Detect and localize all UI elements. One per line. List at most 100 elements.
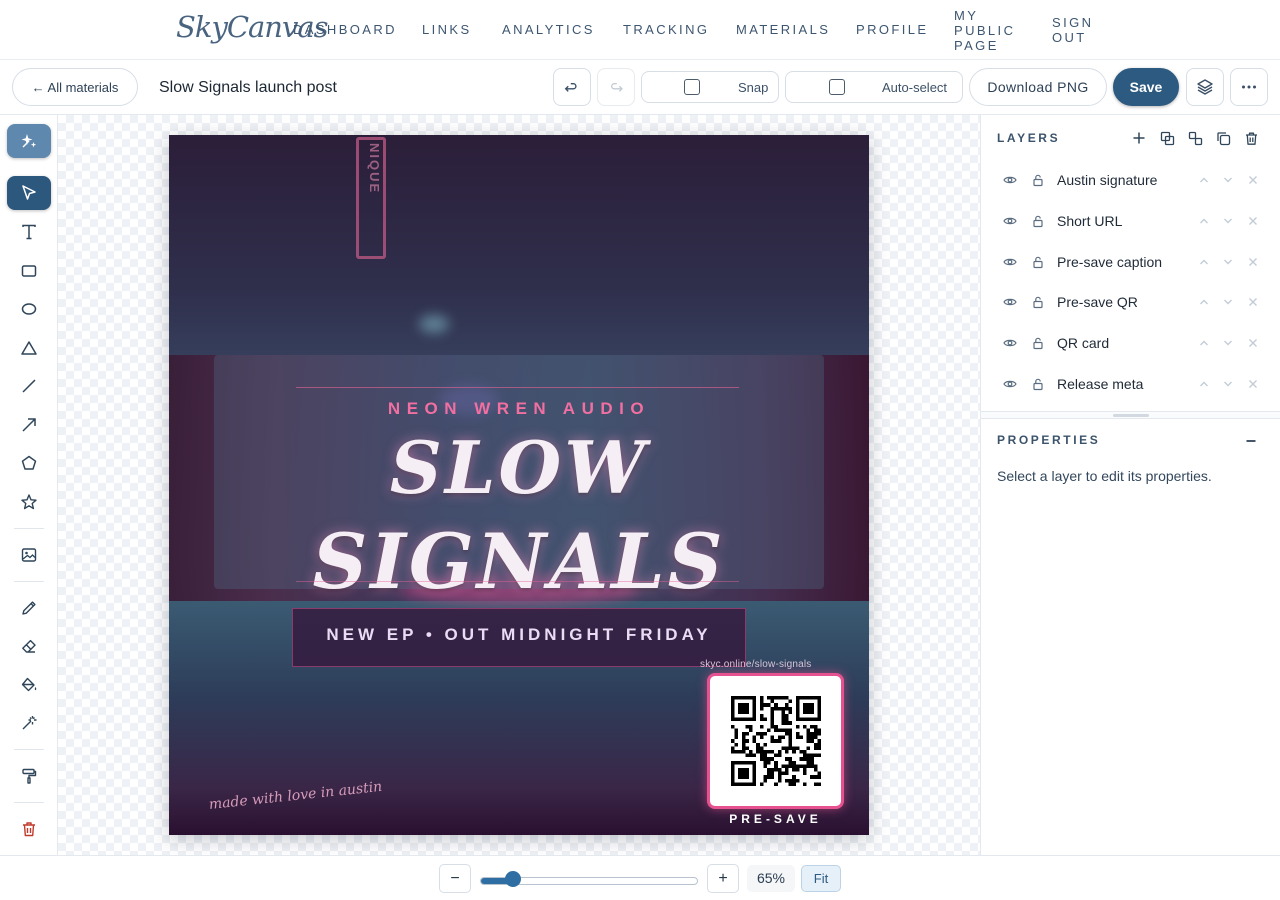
remove-layer-icon[interactable] bbox=[1245, 335, 1261, 351]
layer-name[interactable]: Release meta bbox=[1057, 376, 1143, 392]
zoom-out-button[interactable]: − bbox=[439, 864, 471, 893]
lock-icon[interactable] bbox=[1030, 213, 1046, 229]
short-url-text[interactable]: skyc.online/slow-signals bbox=[700, 659, 812, 670]
nav-materials[interactable]: MATERIALS bbox=[736, 22, 830, 37]
arrow-tool[interactable] bbox=[7, 408, 51, 442]
zoom-in-button[interactable]: + bbox=[707, 864, 739, 893]
move-layer-up-icon[interactable] bbox=[1196, 335, 1212, 351]
format-painter-tool[interactable] bbox=[7, 759, 51, 793]
group-layers-button[interactable] bbox=[1158, 129, 1176, 147]
download-png-button[interactable]: Download PNG bbox=[969, 68, 1107, 106]
star-tool[interactable] bbox=[7, 485, 51, 519]
move-layer-up-icon[interactable] bbox=[1196, 254, 1212, 270]
layer-name[interactable]: Austin signature bbox=[1057, 172, 1157, 188]
more-options-button[interactable] bbox=[1230, 68, 1268, 106]
document-title[interactable]: Slow Signals launch post bbox=[159, 79, 337, 97]
pentagon-tool[interactable] bbox=[7, 446, 51, 480]
text-tool[interactable] bbox=[7, 215, 51, 249]
ellipse-tool[interactable] bbox=[7, 292, 51, 326]
rectangle-tool[interactable] bbox=[7, 254, 51, 288]
layer-row[interactable]: Austin signature bbox=[981, 160, 1280, 201]
panel-resize-handle[interactable] bbox=[981, 411, 1280, 419]
remove-layer-icon[interactable] bbox=[1245, 172, 1261, 188]
nav-analytics[interactable]: ANALYTICS bbox=[502, 22, 595, 37]
duplicate-layer-button[interactable] bbox=[1214, 129, 1232, 147]
layer-row[interactable]: QR card bbox=[981, 323, 1280, 364]
layer-row[interactable]: Release meta bbox=[981, 364, 1280, 405]
layer-row[interactable]: Short URL bbox=[981, 201, 1280, 242]
pre-save-caption[interactable]: PRE-SAVE bbox=[707, 812, 844, 826]
move-layer-down-icon[interactable] bbox=[1220, 376, 1236, 392]
layer-name[interactable]: Short URL bbox=[1057, 213, 1122, 229]
ep-title-line-1[interactable]: SLOW bbox=[169, 425, 869, 510]
release-meta-text[interactable]: NEW EP • OUT MIDNIGHT FRIDAY bbox=[292, 625, 746, 645]
move-layer-up-icon[interactable] bbox=[1196, 294, 1212, 310]
lock-icon[interactable] bbox=[1030, 376, 1046, 392]
pre-save-qr-code[interactable] bbox=[731, 696, 821, 786]
layer-row[interactable]: Pre-save QR bbox=[981, 282, 1280, 323]
snap-checkbox[interactable] bbox=[684, 79, 700, 95]
nav-public-page[interactable]: MY PUBLIC PAGE bbox=[954, 8, 1024, 53]
nav-sign-out[interactable]: SIGN OUT bbox=[1052, 15, 1122, 45]
visibility-eye-icon[interactable] bbox=[1002, 254, 1018, 270]
zoom-slider-thumb[interactable] bbox=[504, 871, 521, 887]
add-layer-button[interactable] bbox=[1130, 129, 1148, 147]
ai-tool[interactable] bbox=[7, 124, 51, 158]
remove-layer-icon[interactable] bbox=[1245, 254, 1261, 270]
nav-dashboard[interactable]: DASHBOARD bbox=[293, 22, 397, 37]
collapse-properties-button[interactable] bbox=[1242, 432, 1260, 450]
remove-layer-icon[interactable] bbox=[1245, 213, 1261, 229]
layer-name[interactable]: Pre-save QR bbox=[1057, 294, 1138, 310]
qr-module bbox=[806, 746, 811, 750]
visibility-eye-icon[interactable] bbox=[1002, 213, 1018, 229]
artist-name-text[interactable]: NEON WREN AUDIO bbox=[169, 399, 869, 419]
layer-row[interactable]: Pre-save caption bbox=[981, 242, 1280, 283]
move-layer-down-icon[interactable] bbox=[1220, 213, 1236, 229]
undo-button[interactable] bbox=[553, 68, 591, 106]
snap-toggle[interactable]: Snap bbox=[641, 71, 779, 103]
layer-name[interactable]: QR card bbox=[1057, 335, 1109, 351]
save-button[interactable]: Save bbox=[1113, 68, 1179, 106]
delete-tool[interactable] bbox=[7, 812, 51, 846]
nav-tracking[interactable]: TRACKING bbox=[623, 22, 709, 37]
fill-bucket-tool[interactable] bbox=[7, 668, 51, 702]
visibility-eye-icon[interactable] bbox=[1002, 376, 1018, 392]
eraser-tool[interactable] bbox=[7, 629, 51, 663]
auto-select-toggle[interactable]: Auto-select bbox=[785, 71, 963, 103]
nav-links[interactable]: LINKS bbox=[422, 22, 472, 37]
triangle-tool[interactable] bbox=[7, 331, 51, 365]
canvas-workspace[interactable]: NIQUE NEON WREN AUDIO SLOW SIGNALS NEW E… bbox=[58, 115, 980, 855]
lock-icon[interactable] bbox=[1030, 254, 1046, 270]
visibility-eye-icon[interactable] bbox=[1002, 172, 1018, 188]
design-canvas[interactable]: NIQUE NEON WREN AUDIO SLOW SIGNALS NEW E… bbox=[169, 135, 869, 835]
redo-button[interactable] bbox=[597, 68, 635, 106]
delete-layer-button[interactable] bbox=[1242, 129, 1260, 147]
layers-panel-button[interactable] bbox=[1186, 68, 1224, 106]
ungroup-layers-button[interactable] bbox=[1186, 129, 1204, 147]
zoom-fit-button[interactable]: Fit bbox=[801, 865, 841, 892]
auto-select-checkbox[interactable] bbox=[829, 79, 845, 95]
remove-layer-icon[interactable] bbox=[1245, 376, 1261, 392]
layer-name[interactable]: Pre-save caption bbox=[1057, 254, 1162, 270]
move-layer-down-icon[interactable] bbox=[1220, 254, 1236, 270]
magic-wand-tool[interactable] bbox=[7, 706, 51, 740]
move-layer-down-icon[interactable] bbox=[1220, 172, 1236, 188]
lock-icon[interactable] bbox=[1030, 335, 1046, 351]
move-layer-up-icon[interactable] bbox=[1196, 376, 1212, 392]
move-layer-down-icon[interactable] bbox=[1220, 294, 1236, 310]
visibility-eye-icon[interactable] bbox=[1002, 294, 1018, 310]
back-to-materials-button[interactable]: ← All materials bbox=[12, 68, 138, 106]
select-tool[interactable] bbox=[7, 176, 51, 210]
ep-title-line-2[interactable]: SIGNALS bbox=[169, 517, 869, 606]
lock-icon[interactable] bbox=[1030, 294, 1046, 310]
move-layer-up-icon[interactable] bbox=[1196, 172, 1212, 188]
visibility-eye-icon[interactable] bbox=[1002, 335, 1018, 351]
nav-profile[interactable]: PROFILE bbox=[856, 22, 928, 37]
move-layer-down-icon[interactable] bbox=[1220, 335, 1236, 351]
image-tool[interactable] bbox=[7, 538, 51, 572]
move-layer-up-icon[interactable] bbox=[1196, 213, 1212, 229]
remove-layer-icon[interactable] bbox=[1245, 294, 1261, 310]
lock-icon[interactable] bbox=[1030, 172, 1046, 188]
pencil-tool[interactable] bbox=[7, 591, 51, 625]
line-tool[interactable] bbox=[7, 369, 51, 403]
